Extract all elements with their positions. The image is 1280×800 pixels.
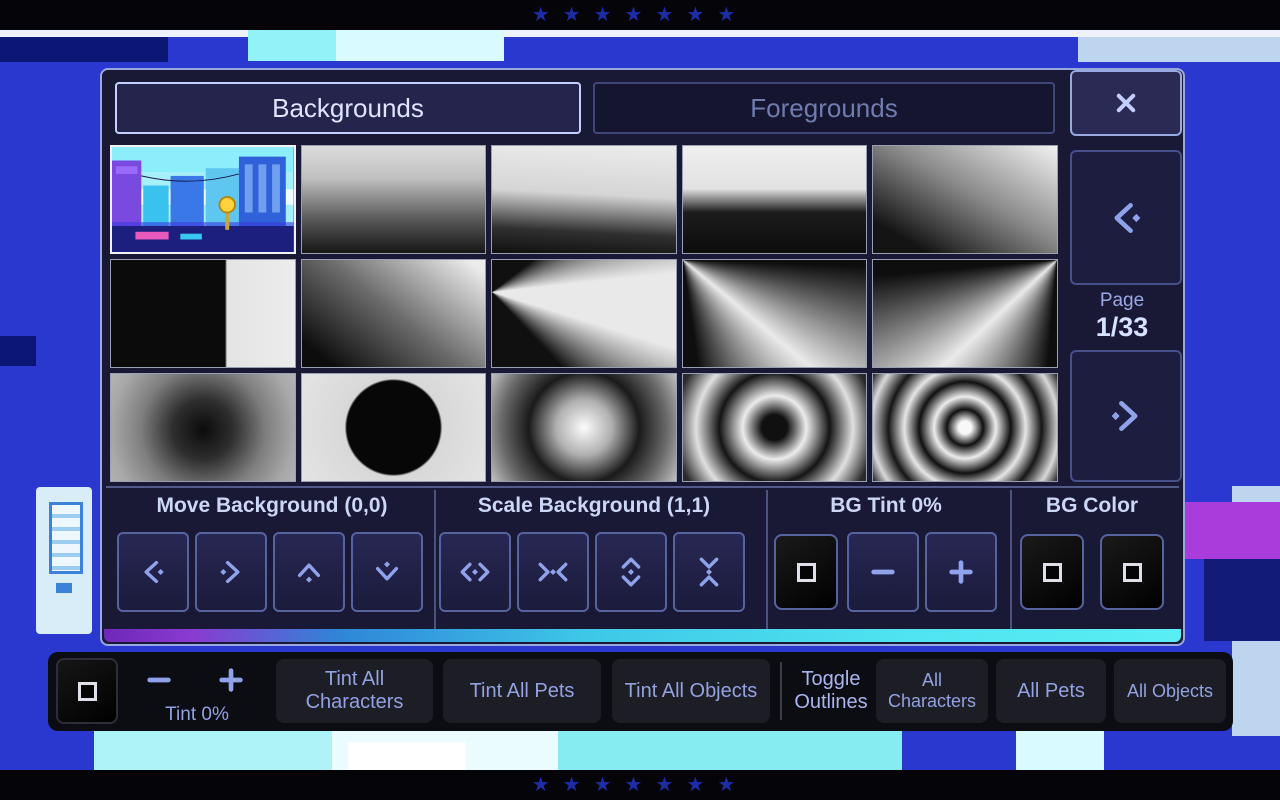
scale-shorter-button[interactable]	[673, 532, 745, 612]
tint-all-characters-button[interactable]: Tint All Characters	[276, 659, 433, 723]
top-border: ★★★★★★★	[0, 0, 1280, 30]
global-tint-plus-button[interactable]	[198, 654, 264, 706]
arrow-down-icon	[370, 555, 404, 589]
background-picker-dialog: Backgrounds Foregrounds	[100, 68, 1185, 646]
tint-all-pets-button[interactable]: Tint All Pets	[443, 659, 601, 723]
divider	[434, 490, 436, 630]
arrow-right-icon	[214, 555, 248, 589]
bg-tint-plus-button[interactable]	[925, 532, 997, 612]
dialog-footer-gradient	[104, 629, 1181, 642]
move-left-button[interactable]	[117, 532, 189, 612]
global-tint-bar: Tint 0% Tint All Characters Tint All Pet…	[48, 652, 1233, 731]
stars-decoration: ★★★★★★★	[532, 0, 749, 30]
backdrop-shape	[1078, 37, 1280, 62]
vending-slot	[56, 583, 72, 593]
thumb-gradient-14[interactable]	[872, 373, 1058, 482]
move-down-button[interactable]	[351, 532, 423, 612]
next-page-button[interactable]	[1070, 350, 1182, 482]
tint-all-objects-button[interactable]: Tint All Objects	[612, 659, 770, 723]
backdrop-shape	[1016, 726, 1104, 772]
background-grid	[110, 145, 1058, 482]
divider	[780, 662, 782, 720]
scale-wider-button[interactable]	[439, 532, 511, 612]
page-word: Page	[1062, 290, 1182, 312]
backdrop-shape	[1204, 559, 1280, 641]
tab-foregrounds[interactable]: Foregrounds	[593, 82, 1055, 134]
prev-page-button[interactable]	[1070, 150, 1182, 285]
bg-tint-label: BG Tint 0%	[766, 494, 1006, 518]
swatch-color-preview	[78, 682, 97, 701]
backdrop-shape	[336, 30, 504, 61]
global-tint-minus-button[interactable]	[126, 654, 192, 706]
thumb-gradient-11[interactable]	[301, 373, 487, 482]
close-button[interactable]	[1070, 70, 1182, 136]
expand-horizontal-icon	[458, 555, 492, 589]
backdrop-shape	[0, 37, 168, 62]
swatch-color-preview	[1043, 563, 1062, 582]
thumb-gradient-5[interactable]	[110, 259, 296, 368]
thumb-gradient-1[interactable]	[301, 145, 487, 254]
close-icon	[1110, 87, 1142, 119]
all-objects-button[interactable]: All Objects	[1114, 659, 1226, 723]
game-screen: ★★★★★★★ ★★★★★★★ Backgrounds Foregrounds	[0, 0, 1280, 800]
scale-narrower-button[interactable]	[517, 532, 589, 612]
divider	[106, 486, 1179, 488]
contract-horizontal-icon	[536, 555, 570, 589]
vending-machine-decor	[36, 487, 92, 634]
bg-color-swatch-2[interactable]	[1100, 534, 1164, 610]
global-tint-label: Tint 0%	[126, 704, 268, 726]
bg-color-swatch-1[interactable]	[1020, 534, 1084, 610]
thumb-gradient-3[interactable]	[682, 145, 868, 254]
thumb-city-skyline[interactable]	[110, 145, 296, 254]
minus-icon	[866, 555, 900, 589]
backdrop-shape	[558, 726, 902, 772]
thumb-gradient-12[interactable]	[491, 373, 677, 482]
move-background-label: Move Background (0,0)	[110, 494, 434, 518]
move-up-button[interactable]	[273, 532, 345, 612]
bg-tint-minus-button[interactable]	[847, 532, 919, 612]
thumb-gradient-6[interactable]	[301, 259, 487, 368]
swatch-color-preview	[797, 563, 816, 582]
bottom-border: ★★★★★★★	[0, 770, 1280, 800]
backdrop-shape	[94, 726, 332, 772]
plus-icon	[214, 663, 248, 697]
swatch-color-preview	[1123, 563, 1142, 582]
thumb-gradient-2[interactable]	[491, 145, 677, 254]
bg-tint-swatch[interactable]	[774, 534, 838, 610]
toggle-outlines-button[interactable]: Toggle Outlines	[788, 662, 874, 720]
scale-background-label: Scale Background (1,1)	[438, 494, 750, 518]
chevron-right-icon	[1103, 393, 1149, 439]
page-indicator: Page 1/33	[1062, 290, 1182, 343]
chevron-left-icon	[1103, 195, 1149, 241]
thumb-gradient-8[interactable]	[682, 259, 868, 368]
stars-decoration: ★★★★★★★	[532, 770, 749, 800]
contract-vertical-icon	[692, 555, 726, 589]
move-right-button[interactable]	[195, 532, 267, 612]
expand-vertical-icon	[614, 555, 648, 589]
all-pets-button[interactable]: All Pets	[996, 659, 1106, 723]
minus-icon	[142, 663, 176, 697]
thumb-gradient-4[interactable]	[872, 145, 1058, 254]
backdrop-shape	[0, 30, 1280, 37]
thumb-gradient-7[interactable]	[491, 259, 677, 368]
backdrop-shape	[0, 336, 36, 366]
all-characters-button[interactable]: All Characters	[876, 659, 988, 723]
global-tint-swatch[interactable]	[56, 658, 118, 724]
tab-backgrounds[interactable]: Backgrounds	[115, 82, 581, 134]
backdrop-shape	[1183, 502, 1280, 559]
thumb-gradient-13[interactable]	[682, 373, 868, 482]
backdrop-shape	[248, 30, 336, 61]
thumb-gradient-10[interactable]	[110, 373, 296, 482]
backdrop-shape	[348, 742, 466, 772]
city-skyline-image	[112, 147, 294, 252]
page-number: 1/33	[1062, 312, 1182, 343]
bg-color-label: BG Color	[1012, 494, 1172, 518]
plus-icon	[944, 555, 978, 589]
arrow-up-icon	[292, 555, 326, 589]
vending-screen	[49, 502, 83, 574]
scale-taller-button[interactable]	[595, 532, 667, 612]
arrow-left-icon	[136, 555, 170, 589]
thumb-gradient-9[interactable]	[872, 259, 1058, 368]
